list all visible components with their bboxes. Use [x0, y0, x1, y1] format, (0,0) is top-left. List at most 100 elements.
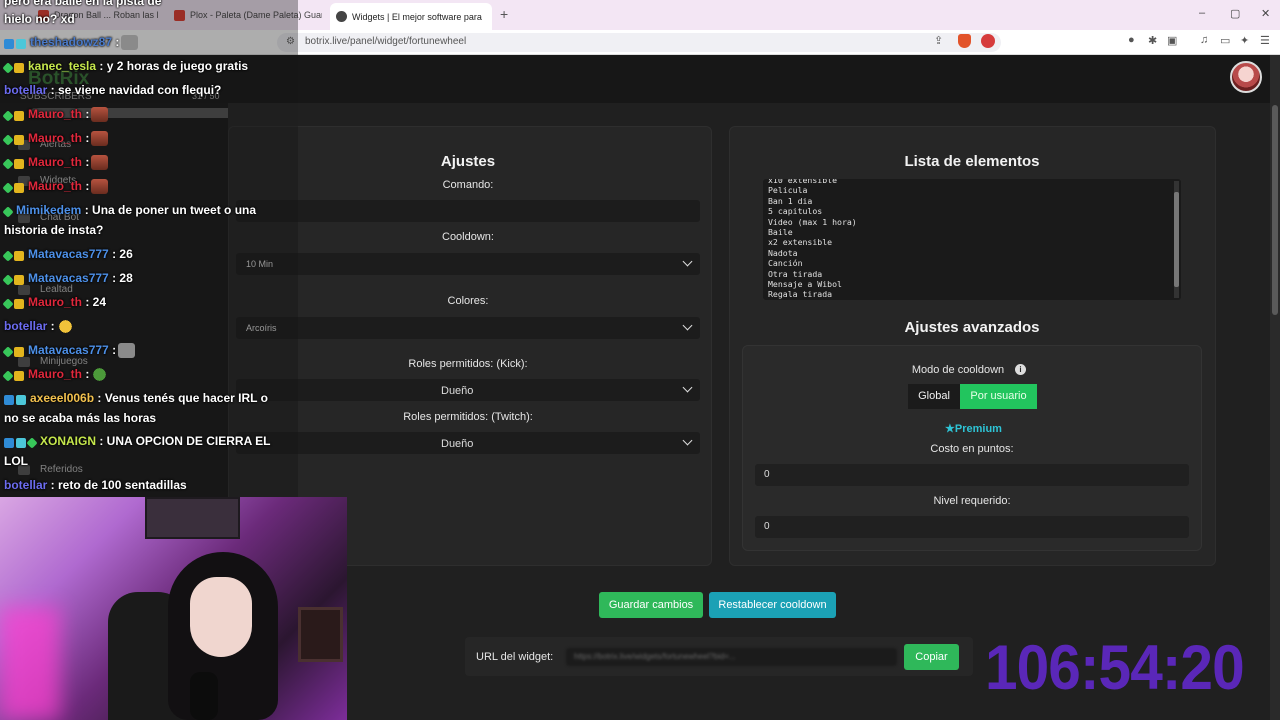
chat-text: LOL: [4, 454, 28, 468]
user-avatar[interactable]: [1230, 61, 1262, 93]
minimize-button[interactable]: –: [1199, 7, 1205, 19]
badge-icon: [14, 62, 24, 73]
chat-message: botellar : reto de 100 sentadillas: [4, 478, 187, 492]
chevron-down-icon: [682, 256, 693, 267]
elements-list[interactable]: x10 extensible Pelicula Ban 1 dia 5 capitul…: [763, 179, 1181, 300]
chat-message: Matavacas777 : 28: [2, 271, 133, 286]
chat-username[interactable]: theshadowz87: [30, 35, 112, 49]
page-scroll-thumb[interactable]: [1272, 105, 1278, 315]
menu-icon[interactable]: ☰: [1260, 34, 1270, 47]
browser-tab-active[interactable]: Widgets | El mejor software para ✕: [330, 3, 492, 30]
chat-username[interactable]: Mauro_th: [28, 367, 82, 381]
widget-url-field[interactable]: https://botrix.live/widgets/fortunewheel…: [566, 648, 897, 666]
chat-username[interactable]: Mimikedem: [16, 203, 81, 217]
chat-text: :: [82, 367, 90, 381]
chat-badges: [2, 132, 26, 146]
chat-text: : 26: [108, 247, 133, 261]
chat-message: Mauro_th :: [2, 155, 109, 171]
twitch-roles-label: Roles permitidos: (Twitch):: [403, 411, 533, 423]
streamer-face: [190, 577, 252, 657]
maximize-button[interactable]: ▢: [1230, 7, 1240, 20]
url-field[interactable]: botrix.live/panel/widget/fortunewheel: [277, 33, 1001, 52]
chat-username[interactable]: Mauro_th: [28, 179, 82, 193]
chat-username[interactable]: kanec_tesla: [28, 59, 96, 73]
chat-username[interactable]: botellar: [4, 319, 47, 333]
chat-text: : 28: [108, 271, 133, 285]
music-icon[interactable]: ♫: [1200, 34, 1208, 46]
webcam-feed: [0, 497, 347, 720]
emote-icon: [91, 107, 109, 123]
chat-text: :: [82, 131, 90, 145]
badge-icon: [14, 346, 24, 357]
reset-cooldown-button[interactable]: Restablecer cooldown: [709, 592, 836, 618]
element-list-item: Canción: [768, 258, 803, 269]
chat-username[interactable]: Mauro_th: [28, 107, 82, 121]
leo-icon[interactable]: ✦: [1240, 34, 1249, 47]
sidebar-icon[interactable]: ▣: [1167, 34, 1177, 47]
chat-message: Mauro_th :: [2, 131, 109, 147]
cooldown-label: Cooldown:: [442, 231, 494, 243]
chat-message: kanec_tesla : y 2 horas de juego gratis: [2, 59, 248, 74]
copy-button[interactable]: Copiar: [904, 644, 959, 670]
chat-message: botellar :: [4, 319, 74, 335]
chat-username[interactable]: botellar: [4, 478, 47, 492]
list-scroll-thumb[interactable]: [1174, 192, 1179, 287]
chat-username[interactable]: XONAIGN: [40, 434, 96, 448]
element-list-item: Ban 1 dia: [768, 195, 813, 206]
brave-shield-icon[interactable]: [958, 34, 971, 48]
chevron-down-icon: [682, 435, 693, 446]
command-input[interactable]: [236, 200, 700, 222]
badge-icon: [4, 38, 14, 49]
chat-username[interactable]: Matavacas777: [28, 247, 109, 261]
kick-roles-select[interactable]: Dueño: [236, 379, 700, 401]
level-input[interactable]: 0: [755, 516, 1189, 538]
element-list-item: Nadota: [768, 247, 798, 258]
wallet-icon[interactable]: ▭: [1220, 34, 1230, 47]
chat-text: : se viene navidad con flequi?: [47, 83, 222, 97]
chat-message: theshadowz87 :: [4, 35, 139, 51]
chat-username[interactable]: Mauro_th: [28, 155, 82, 169]
advanced-title: Ajustes avanzados: [904, 319, 1040, 336]
chat-username[interactable]: axeeel006b: [30, 391, 94, 405]
share-icon[interactable]: ⇪: [934, 34, 943, 47]
close-window-button[interactable]: ✕: [1261, 7, 1270, 20]
chat-username[interactable]: Mauro_th: [28, 295, 82, 309]
badge-icon: [14, 298, 24, 309]
badge-icon: [2, 109, 14, 122]
badge-icon: [4, 394, 14, 405]
twitch-roles-select[interactable]: Dueño: [236, 432, 700, 454]
chat-message: Mauro_th :: [2, 107, 109, 123]
colors-select[interactable]: Arcoíris: [236, 317, 700, 339]
chat-text: :: [108, 343, 117, 357]
chat-username[interactable]: Mauro_th: [28, 131, 82, 145]
puzzle-icon[interactable]: ✱: [1148, 34, 1157, 47]
badge-icon: [2, 249, 14, 262]
mode-per-user-button[interactable]: Por usuario: [960, 384, 1037, 409]
badge-icon: [2, 157, 14, 170]
chat-username[interactable]: Matavacas777: [28, 271, 109, 285]
badge-icon: [14, 110, 24, 121]
background-window: [145, 497, 240, 539]
chat-text: :: [82, 107, 90, 121]
chat-message: LOL: [4, 454, 28, 468]
chat-message: Mauro_th :: [2, 367, 109, 383]
info-icon[interactable]: i: [1015, 364, 1026, 375]
chat-message: hielo no? xd: [4, 12, 75, 26]
chat-username[interactable]: Matavacas777: [28, 343, 109, 357]
extension-icon[interactable]: ●: [1128, 34, 1135, 46]
chat-text: : UNA OPCION DE CIERRA EL: [96, 434, 271, 448]
badge-icon: [2, 345, 14, 358]
chat-message: Matavacas777 : 26: [2, 247, 133, 262]
cooldown-select[interactable]: 10 Min: [236, 253, 700, 275]
element-list-item: Pelicula: [768, 185, 808, 196]
rewards-icon[interactable]: [981, 34, 995, 48]
save-button[interactable]: Guardar cambios: [599, 592, 703, 618]
badge-icon: [2, 181, 14, 194]
mode-global-button[interactable]: Global: [908, 384, 960, 409]
chat-username[interactable]: botellar: [4, 83, 47, 97]
cost-input[interactable]: 0: [755, 464, 1189, 486]
premium-badge: ★Premium: [945, 423, 1002, 435]
chat-text: historia de insta?: [4, 223, 104, 237]
new-tab-button[interactable]: +: [500, 6, 508, 22]
element-list-item: Video (max 1 hora): [768, 216, 857, 227]
